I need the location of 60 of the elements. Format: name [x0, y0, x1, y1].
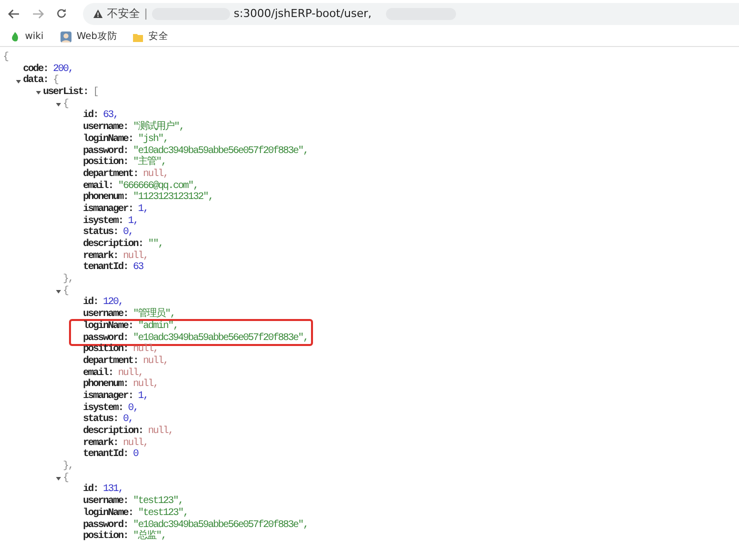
json-line: department: null,	[82, 356, 168, 368]
json-line: description: "",	[82, 239, 164, 250]
address-separator: |	[144, 7, 148, 20]
bookmark-item[interactable]: 安全	[133, 30, 168, 43]
warning-icon[interactable]	[93, 8, 103, 18]
url-text[interactable]: s:3000/jshERP-boot/user,	[234, 7, 372, 20]
json-line: loginName: "test123",	[82, 508, 188, 520]
json-line: id: 131,	[82, 484, 124, 496]
collapse-toggle-icon[interactable]	[56, 102, 61, 108]
json-line: {	[0, 286, 68, 298]
reload-icon[interactable]	[56, 8, 67, 19]
json-line: position: "主管",	[82, 157, 166, 168]
json-line: password: "e10adc3949ba59abbe56e057f20f883e",	[82, 146, 308, 156]
json-line: username: "测试用户",	[82, 122, 184, 134]
json-line: id: 120,	[82, 297, 124, 310]
leaf-icon	[10, 31, 20, 42]
json-line: loginName: "jsh",	[82, 134, 168, 146]
json-line: tenantId: 0	[82, 449, 138, 462]
json-line: phonenum: null,	[82, 379, 158, 390]
security-label[interactable]: 不安全	[107, 6, 140, 21]
json-line: position: "总监",	[82, 531, 166, 543]
json-line: ismanager: 1,	[82, 390, 148, 402]
bookmark-item[interactable]: Web攻防	[60, 30, 118, 43]
json-line: phonenum: "1123123123132",	[82, 192, 214, 204]
json-line: code: 200,	[22, 64, 74, 75]
json-line: {	[2, 52, 8, 64]
json-line: position: null,	[82, 344, 158, 356]
collapse-toggle-icon[interactable]	[16, 78, 21, 84]
json-line: username: "test123",	[82, 496, 184, 508]
collapse-toggle-icon[interactable]	[56, 476, 61, 482]
collapse-toggle-icon[interactable]	[36, 90, 41, 96]
json-line: tenantId: 63	[82, 262, 144, 274]
collapse-toggle-icon[interactable]	[56, 289, 61, 294]
back-arrow-icon[interactable]	[8, 8, 20, 18]
json-line: ismanager: 1,	[82, 204, 148, 216]
address-bar[interactable]: 不安全 | s:3000/jshERP-boot/user,	[83, 2, 739, 24]
json-line: },	[62, 461, 74, 472]
json-line: userList: [	[0, 87, 98, 99]
json-line: remark: null,	[82, 438, 148, 449]
json-line: },	[62, 274, 74, 286]
json-line: id: 63,	[82, 110, 118, 122]
json-line: department: null,	[82, 168, 168, 180]
json-line: password: "e10adc3949ba59abbe56e057f20f883e",	[82, 520, 308, 530]
bookmark-item[interactable]: wiki	[10, 31, 44, 42]
json-line: data: {	[0, 75, 58, 88]
json-line: email: null,	[82, 368, 144, 379]
json-line: remark: null,	[82, 250, 148, 262]
avatar-icon	[60, 30, 72, 42]
json-line: {	[0, 98, 68, 110]
json-line: username: "管理员",	[82, 309, 176, 320]
json-line: isystem: 1,	[82, 216, 138, 227]
json-line: status: 0,	[82, 227, 134, 238]
json-line: password: "e10adc3949ba59abbe56e057f20f883e",	[82, 332, 308, 344]
json-line: email: "666666@qq.com",	[82, 180, 198, 192]
json-line: {	[0, 472, 68, 484]
json-line: status: 0,	[82, 414, 134, 426]
json-line: description: null,	[82, 426, 174, 438]
folder-icon	[133, 32, 144, 42]
json-line: isystem: 0,	[82, 402, 138, 414]
json-line: loginName: "admin",	[82, 320, 178, 332]
